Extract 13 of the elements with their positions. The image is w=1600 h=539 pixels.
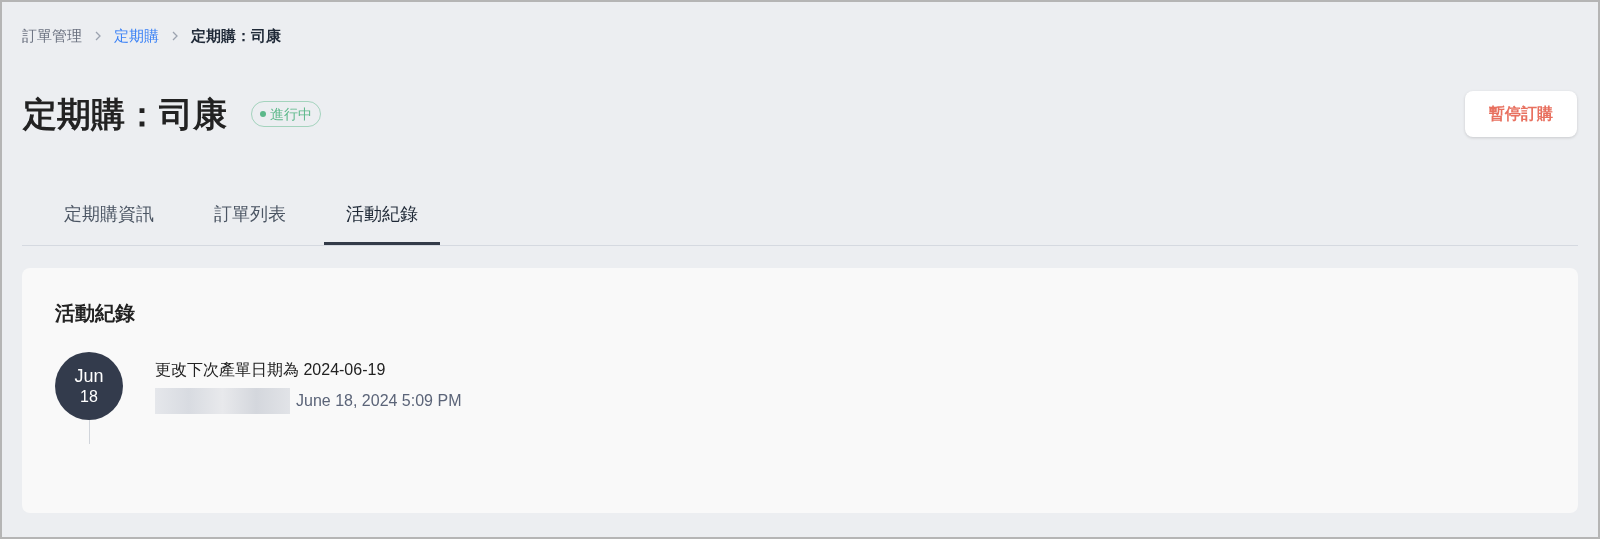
tab[interactable]: 訂單列表 bbox=[192, 186, 308, 245]
breadcrumb-current: 定期購：司康 bbox=[191, 25, 281, 46]
activity-message: 更改下次產單日期為 2024-06-19 bbox=[155, 360, 387, 380]
activity-time: June 18, 2024 5:09 PM bbox=[296, 391, 462, 411]
chevron-icon bbox=[171, 31, 179, 41]
tab[interactable]: 活動紀錄 bbox=[324, 186, 440, 245]
date-month: Jun bbox=[74, 364, 104, 388]
page-title: 定期購：司康 bbox=[22, 93, 227, 135]
chevron-icon bbox=[94, 31, 102, 41]
card-title: 活動紀錄 bbox=[55, 301, 136, 326]
date-day: 18 bbox=[80, 387, 98, 408]
tab[interactable]: 定期購資訊 bbox=[42, 186, 176, 245]
breadcrumb-link[interactable]: 訂單管理 bbox=[22, 24, 82, 48]
